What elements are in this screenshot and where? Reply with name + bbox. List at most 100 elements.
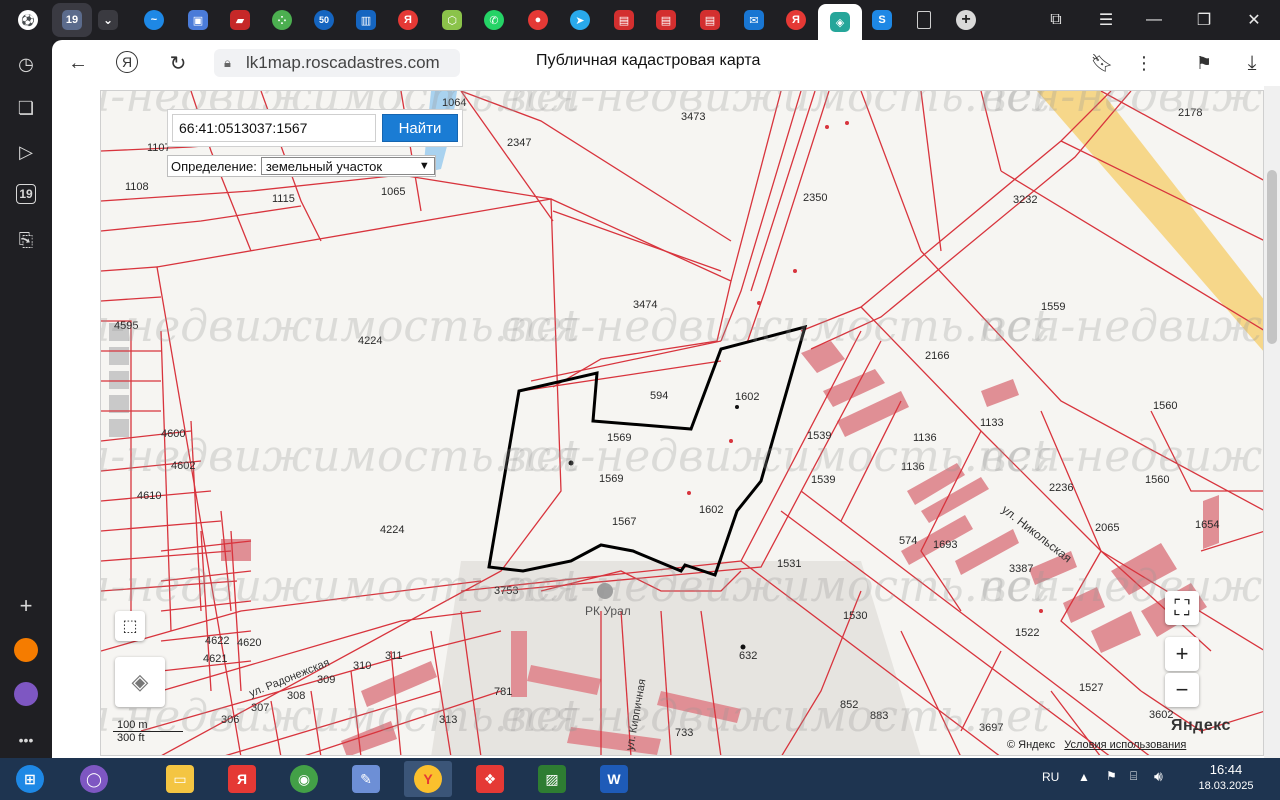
parcel-label[interactable]: 1693 — [933, 539, 957, 551]
alice-icon[interactable]: ◯ — [70, 761, 118, 797]
lang-indicator[interactable]: RU — [1042, 770, 1059, 784]
parcel-label[interactable]: 1108 — [125, 181, 149, 193]
cube-app-icon[interactable]: ❖ — [466, 761, 514, 797]
parcel-label[interactable]: 2347 — [507, 137, 531, 149]
pdf-icon[interactable]: ▤ — [646, 0, 686, 40]
parcel-label[interactable]: 311 — [385, 650, 403, 662]
doc-red-icon[interactable]: ▰ — [220, 0, 260, 40]
yandex-icon[interactable]: Я — [388, 0, 428, 40]
parcel-label[interactable]: 1115 — [272, 193, 295, 205]
yandex-icon[interactable]: Я — [776, 0, 816, 40]
tab-collections-icon[interactable]: ⧉ — [1032, 0, 1080, 40]
ruler-icon[interactable]: ⬚ — [115, 611, 145, 641]
yandex-y-icon[interactable]: Y — [404, 761, 452, 797]
yandex-browser-icon[interactable]: Я — [218, 761, 266, 797]
photo-viewer-icon[interactable]: ▨ — [528, 761, 576, 797]
start-orb-icon[interactable]: ⊞ — [8, 761, 52, 797]
cadastral-map[interactable]: РК Урал ул. Никольская ул. Радонежская у… — [100, 90, 1264, 756]
bookmark-icon[interactable]: 🔖︎ — [1090, 51, 1114, 75]
parcel-label[interactable]: 632 — [739, 650, 757, 662]
volume-icon[interactable]: 🔊︎ — [1154, 768, 1163, 785]
extensions-icon[interactable]: ⚑ — [1192, 51, 1216, 75]
definition-select[interactable]: земельный участок ▼ — [260, 157, 435, 175]
screenshot-icon[interactable]: ⎘ — [14, 228, 38, 252]
word-icon[interactable]: W — [590, 761, 638, 797]
wave-icon[interactable]: ~ — [134, 0, 174, 40]
terms-link[interactable]: Условия использования — [1064, 739, 1186, 751]
more-vert-icon[interactable]: ⋮ — [1132, 51, 1156, 75]
parcel-label[interactable]: 4621 — [203, 653, 227, 665]
tabs-icon[interactable]: ❏ — [14, 96, 38, 120]
parcel-label[interactable]: 1527 — [1079, 682, 1103, 694]
parcel-label[interactable]: 4610 — [137, 490, 161, 502]
cube-icon[interactable]: ▣ — [178, 0, 218, 40]
record-icon[interactable]: ● — [518, 0, 558, 40]
layers-icon[interactable]: ◈ — [115, 657, 165, 707]
parcel-label[interactable]: 309 — [317, 674, 335, 686]
zoom-out-button[interactable]: − — [1165, 673, 1199, 707]
back-icon[interactable]: ← — [66, 51, 90, 75]
parcel-label[interactable]: 4622 — [205, 635, 229, 647]
parcel-label[interactable]: 1602 — [699, 504, 723, 516]
yandex-mail-icon[interactable] — [14, 638, 38, 662]
tray-arrow-icon[interactable]: ▲ — [1078, 770, 1090, 784]
hex-icon[interactable]: ⬡ — [432, 0, 472, 40]
minimize-icon[interactable]: — — [1130, 0, 1178, 40]
parcel-label[interactable]: 2065 — [1095, 522, 1119, 534]
telegram-icon[interactable]: ➤ — [560, 0, 600, 40]
parcel-label[interactable]: 1522 — [1015, 627, 1039, 639]
parcel-label[interactable]: 1560 — [1153, 400, 1177, 412]
s-icon[interactable]: S — [862, 0, 902, 40]
parcel-label[interactable]: 1654 — [1195, 519, 1219, 531]
zoom-in-button[interactable]: + — [1165, 637, 1199, 671]
badge-50-icon[interactable]: 50 — [304, 0, 344, 40]
menu-icon[interactable]: ☰ — [1082, 0, 1130, 40]
page-scrollbar[interactable] — [1264, 86, 1280, 758]
dots-icon[interactable]: ⁘ — [262, 0, 302, 40]
parcel-label[interactable]: 2350 — [803, 192, 827, 204]
parcel-label[interactable]: 1133 — [980, 417, 1004, 429]
network-icon[interactable]: ⌸ — [1130, 769, 1137, 784]
find-button[interactable]: Найти — [382, 114, 458, 142]
history-icon[interactable]: ◷ — [14, 52, 38, 76]
building-icon[interactable]: ▥ — [346, 0, 386, 40]
parcel-label[interactable]: 1065 — [381, 186, 405, 198]
add-icon[interactable]: + — [14, 593, 38, 618]
parcel-label[interactable]: 4620 — [237, 637, 261, 649]
chrome-icon[interactable]: ◉ — [280, 761, 328, 797]
reload-icon[interactable]: ↻ — [166, 51, 190, 75]
map-canvas[interactable]: РК Урал ул. Никольская ул. Радонежская у… — [101, 91, 1264, 756]
calendar-icon[interactable]: 19 — [16, 184, 36, 204]
fullscreen-icon[interactable]: ⛶ — [1165, 591, 1199, 625]
scroll-thumb[interactable] — [1267, 170, 1277, 344]
chevron-down-icon[interactable]: ⌄ — [88, 0, 128, 40]
pdf-icon[interactable]: ▤ — [604, 0, 644, 40]
pdf-icon[interactable]: ▤ — [690, 0, 730, 40]
parcel-label[interactable]: 574 — [899, 535, 917, 547]
parcel-label[interactable]: 1602 — [735, 391, 759, 403]
alice-icon[interactable] — [14, 682, 38, 706]
new-tab-icon[interactable]: + — [946, 0, 986, 40]
pkk-icon[interactable]: ◈ — [818, 4, 862, 40]
url-field[interactable]: 🔒︎ lk1map.roscadastres.com — [214, 49, 460, 77]
soccer-icon[interactable]: ⚽ — [8, 0, 48, 40]
parcel-label[interactable]: 310 — [353, 660, 371, 672]
file-icon[interactable] — [904, 0, 944, 40]
yandex-home-icon[interactable]: Я — [116, 51, 138, 73]
cadastral-number-input[interactable] — [172, 114, 376, 142]
parcel-label[interactable]: 4224 — [380, 524, 404, 536]
explorer-icon[interactable]: ▭ — [156, 761, 204, 797]
play-icon[interactable]: ▷ — [14, 140, 38, 164]
parcel-label[interactable]: 3602 — [1149, 709, 1173, 721]
calendar-19-icon[interactable]: 19 — [52, 3, 92, 37]
clock[interactable]: 16:44 18.03.2025 — [1186, 762, 1266, 792]
paint-icon[interactable]: ✎ — [342, 761, 390, 797]
mail-icon[interactable]: ✉ — [734, 0, 774, 40]
flag-icon[interactable]: ⚑ — [1106, 769, 1117, 783]
parcel-label[interactable]: 2236 — [1049, 482, 1073, 494]
parcel-label[interactable]: 3232 — [1013, 194, 1037, 206]
close-icon[interactable]: ✕ — [1230, 0, 1278, 40]
more-icon[interactable]: ••• — [14, 728, 38, 752]
parcel-label[interactable]: 1567 — [612, 516, 636, 528]
parcel-label[interactable]: 594 — [650, 390, 668, 402]
